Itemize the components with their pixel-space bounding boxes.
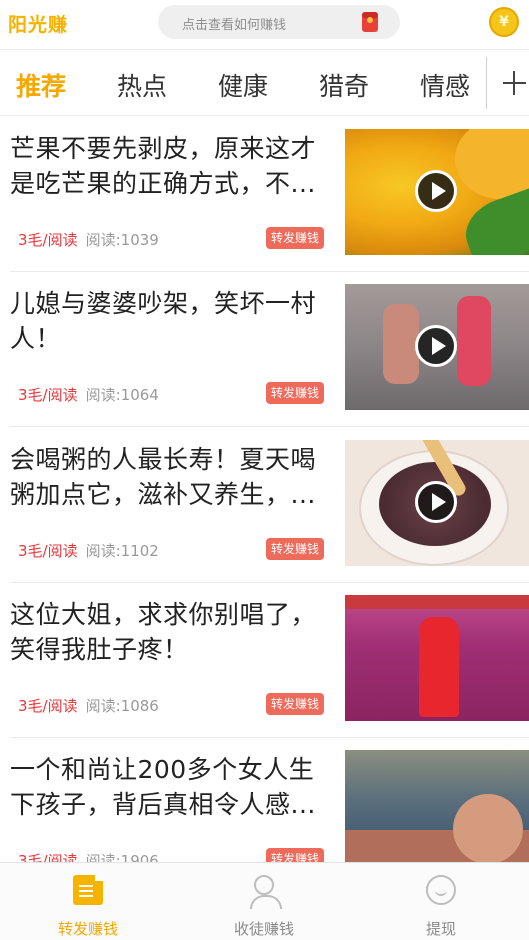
play-icon[interactable] xyxy=(415,481,457,523)
nav-label: 提现 xyxy=(425,920,456,938)
add-category-icon[interactable] xyxy=(497,65,529,101)
read-count: 阅读:1906 xyxy=(85,852,159,862)
thumbnail-art xyxy=(419,617,459,717)
tab-recommended[interactable]: 推荐 xyxy=(16,67,66,103)
article-thumbnail[interactable] xyxy=(345,595,529,721)
users-icon xyxy=(250,875,282,909)
thumbnail-art xyxy=(457,296,491,386)
nav-label: 转发赚钱 xyxy=(57,920,118,938)
smile-icon xyxy=(426,875,456,905)
article-meta: 3毛/阅读 阅读:1906 xyxy=(18,850,159,862)
share-earn-button[interactable]: 转发赚钱 xyxy=(266,227,325,249)
share-earn-button[interactable]: 转发赚钱 xyxy=(266,538,325,560)
share-earn-button[interactable]: 转发赚钱 xyxy=(266,693,325,715)
price-per-read: 3毛/阅读 xyxy=(18,852,78,862)
article-item[interactable]: 儿媳与婆婆吵架，笑坏一村人！ 3毛/阅读 阅读:1064 转发赚钱 xyxy=(0,272,529,427)
thumbnail-art xyxy=(455,129,529,199)
article-item[interactable]: 一个和尚让200多个女人生下孩子，背后真相令人感... 3毛/阅读 阅读:1906… xyxy=(0,738,529,862)
thumbnail-art xyxy=(453,794,523,862)
thumbnail-art xyxy=(345,595,529,609)
tab-curious[interactable]: 猎奇 xyxy=(319,67,369,103)
tab-hot[interactable]: 热点 xyxy=(117,67,167,103)
article-thumbnail[interactable] xyxy=(345,284,529,410)
article-meta: 3毛/阅读 阅读:1064 xyxy=(18,384,159,405)
nav-withdraw[interactable]: 提现 xyxy=(353,863,529,940)
red-envelope-icon[interactable] xyxy=(362,12,378,32)
top-bar: 阳光赚 点击查看如何赚钱 ¥ xyxy=(0,0,529,50)
coin-icon[interactable]: ¥ xyxy=(489,7,519,37)
article-title: 一个和尚让200多个女人生下孩子，背后真相令人感... xyxy=(10,755,316,819)
nav-label: 收徒赚钱 xyxy=(233,920,294,938)
share-earn-button[interactable]: 转发赚钱 xyxy=(266,382,325,404)
coin-glyph: ¥ xyxy=(499,14,509,30)
nav-recruit-earn[interactable]: 收徒赚钱 xyxy=(176,863,352,940)
article-title: 这位大姐，求求你别唱了，笑得我肚子疼！ xyxy=(10,600,317,664)
price-per-read: 3毛/阅读 xyxy=(18,697,78,715)
article-item[interactable]: 会喝粥的人最长寿！夏天喝粥加点它，滋补又养生，... 3毛/阅读 阅读:1102 … xyxy=(0,428,529,583)
tab-health[interactable]: 健康 xyxy=(218,67,268,103)
article-title: 会喝粥的人最长寿！夏天喝粥加点它，滋补又养生，... xyxy=(10,445,317,509)
category-tabs: 推荐 热点 健康 猎奇 情感 xyxy=(0,51,529,116)
read-count: 阅读:1039 xyxy=(85,231,159,249)
nav-share-earn[interactable]: 转发赚钱 xyxy=(0,863,176,940)
tab-emotion[interactable]: 情感 xyxy=(420,67,470,103)
article-thumbnail[interactable] xyxy=(345,440,529,566)
tabs-divider xyxy=(486,57,487,109)
article-item[interactable]: 这位大姐，求求你别唱了，笑得我肚子疼！ 3毛/阅读 阅读:1086 转发赚钱 xyxy=(0,583,529,738)
app-brand: 阳光赚 xyxy=(8,14,69,36)
search-placeholder: 点击查看如何赚钱 xyxy=(182,18,287,33)
play-icon[interactable] xyxy=(415,325,457,367)
read-count: 阅读:1102 xyxy=(85,542,159,560)
article-title: 芒果不要先剥皮，原来这才是吃芒果的正确方式，不... xyxy=(10,134,317,198)
price-per-read: 3毛/阅读 xyxy=(18,386,78,404)
article-feed: 芒果不要先剥皮，原来这才是吃芒果的正确方式，不... 3毛/阅读 阅读:1039 … xyxy=(0,117,529,862)
read-count: 阅读:1086 xyxy=(85,697,159,715)
bottom-navigation: 转发赚钱 收徒赚钱 提现 xyxy=(0,862,529,940)
search-bar[interactable]: 点击查看如何赚钱 xyxy=(158,5,400,39)
article-title: 儿媳与婆婆吵架，笑坏一村人！ xyxy=(10,289,317,353)
article-thumbnail[interactable] xyxy=(345,129,529,255)
article-item[interactable]: 芒果不要先剥皮，原来这才是吃芒果的正确方式，不... 3毛/阅读 阅读:1039 … xyxy=(0,117,529,272)
play-icon[interactable] xyxy=(415,170,457,212)
read-count: 阅读:1064 xyxy=(85,386,159,404)
share-earn-button[interactable]: 转发赚钱 xyxy=(266,848,325,862)
divider xyxy=(10,426,529,427)
price-per-read: 3毛/阅读 xyxy=(18,231,78,249)
price-per-read: 3毛/阅读 xyxy=(18,542,78,560)
document-icon xyxy=(73,873,105,905)
article-meta: 3毛/阅读 阅读:1086 xyxy=(18,695,159,716)
thumbnail-art xyxy=(383,304,419,384)
article-meta: 3毛/阅读 阅读:1039 xyxy=(18,229,159,250)
article-meta: 3毛/阅读 阅读:1102 xyxy=(18,540,159,561)
article-thumbnail[interactable] xyxy=(345,750,529,862)
